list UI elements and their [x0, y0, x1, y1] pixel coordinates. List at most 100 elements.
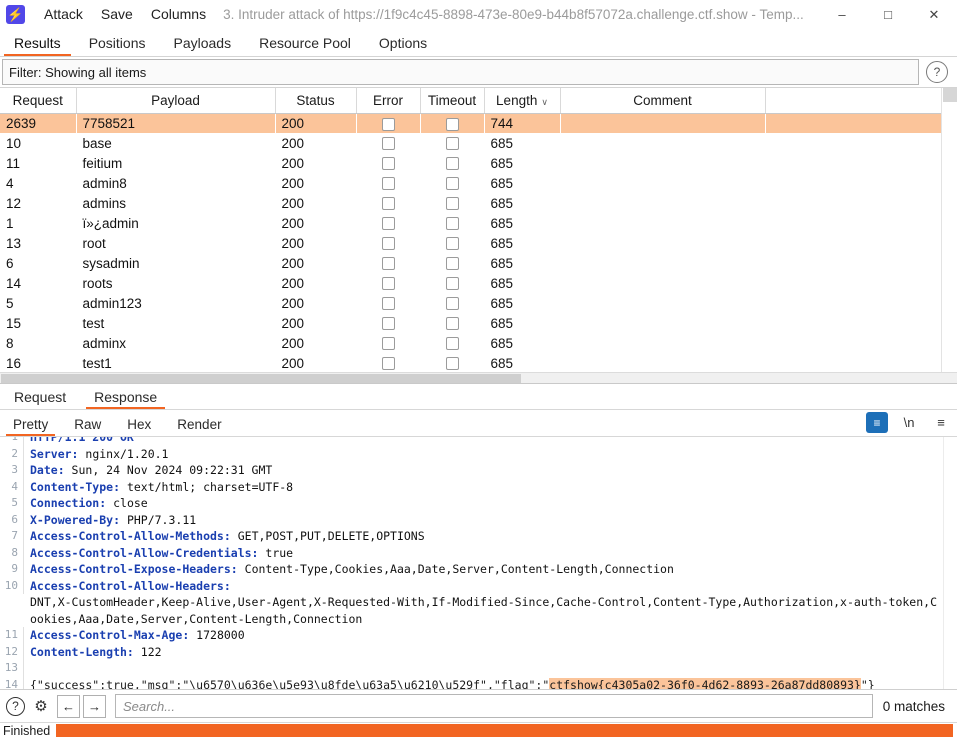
table-row[interactable]: 2639 7758521 200 744: [0, 113, 941, 133]
table-row[interactable]: 14 roots 200 685: [0, 273, 941, 293]
tab-results[interactable]: Results: [0, 35, 75, 56]
cell-timeout-checkbox[interactable]: [420, 333, 484, 353]
cell-timeout-checkbox[interactable]: [420, 173, 484, 193]
cell-error-checkbox[interactable]: [356, 193, 420, 213]
error-checkbox[interactable]: [381, 237, 395, 251]
timeout-checkbox[interactable]: [445, 137, 459, 151]
menu-save[interactable]: Save: [92, 0, 142, 29]
table-row[interactable]: 15 test 200 685: [0, 313, 941, 333]
tab-resource-pool[interactable]: Resource Pool: [245, 35, 365, 56]
error-checkbox[interactable]: [381, 257, 395, 271]
tab-pretty[interactable]: Pretty: [0, 417, 61, 436]
error-checkbox[interactable]: [381, 157, 395, 171]
tab-options[interactable]: Options: [365, 35, 441, 56]
results-hscrollbar-thumb[interactable]: [1, 374, 521, 383]
table-row[interactable]: 11 feitium 200 685: [0, 153, 941, 173]
table-row[interactable]: 12 admins 200 685: [0, 193, 941, 213]
column-header-status[interactable]: Status: [275, 88, 357, 114]
error-checkbox[interactable]: [381, 317, 395, 331]
cell-error-checkbox[interactable]: [356, 273, 420, 293]
table-row[interactable]: 4 admin8 200 685: [0, 173, 941, 193]
column-header-error[interactable]: Error: [356, 88, 421, 114]
cell-timeout-checkbox[interactable]: [420, 113, 484, 133]
cell-timeout-checkbox[interactable]: [420, 193, 484, 213]
tab-positions[interactable]: Positions: [75, 35, 160, 56]
error-checkbox[interactable]: [381, 117, 395, 131]
cell-timeout-checkbox[interactable]: [420, 353, 484, 372]
column-header-request[interactable]: Request: [0, 88, 77, 114]
table-row[interactable]: 8 adminx 200 685: [0, 333, 941, 353]
cell-timeout-checkbox[interactable]: [420, 293, 484, 313]
timeout-checkbox[interactable]: [445, 197, 459, 211]
cell-error-checkbox[interactable]: [356, 353, 420, 372]
tab-hex[interactable]: Hex: [114, 417, 164, 436]
error-checkbox[interactable]: [381, 217, 395, 231]
timeout-checkbox[interactable]: [445, 297, 459, 311]
timeout-checkbox[interactable]: [445, 317, 459, 331]
cell-timeout-checkbox[interactable]: [420, 233, 484, 253]
timeout-checkbox[interactable]: [445, 257, 459, 271]
cell-error-checkbox[interactable]: [356, 293, 420, 313]
table-row[interactable]: 1 ï»¿admin 200 685: [0, 213, 941, 233]
table-row[interactable]: 13 root 200 685: [0, 233, 941, 253]
timeout-checkbox[interactable]: [445, 357, 459, 371]
timeout-checkbox[interactable]: [445, 337, 459, 351]
minimize-button[interactable]: –: [819, 0, 865, 29]
error-checkbox[interactable]: [381, 277, 395, 291]
cell-error-checkbox[interactable]: [356, 233, 420, 253]
cell-error-checkbox[interactable]: [356, 333, 420, 353]
cell-error-checkbox[interactable]: [356, 153, 420, 173]
table-row[interactable]: 10 base 200 685: [0, 133, 941, 153]
timeout-checkbox[interactable]: [445, 277, 459, 291]
filter-help-icon[interactable]: ?: [926, 61, 948, 83]
close-button[interactable]: ✕: [911, 0, 957, 29]
question-circle-icon[interactable]: ?: [6, 696, 25, 716]
error-checkbox[interactable]: [381, 337, 395, 351]
timeout-checkbox[interactable]: [445, 237, 459, 251]
results-vertical-scrollbar[interactable]: [941, 88, 957, 372]
filter-field[interactable]: Filter: Showing all items: [2, 59, 919, 85]
cell-error-checkbox[interactable]: [356, 113, 420, 133]
gear-icon[interactable]: ⚙: [30, 695, 52, 717]
cell-timeout-checkbox[interactable]: [420, 313, 484, 333]
table-row[interactable]: 16 test1 200 685: [0, 353, 941, 372]
menu-icon[interactable]: ≡: [930, 412, 952, 433]
timeout-checkbox[interactable]: [445, 157, 459, 171]
table-row[interactable]: 6 sysadmin 200 685: [0, 253, 941, 273]
results-scrollbar-thumb[interactable]: [943, 88, 957, 102]
menu-attack[interactable]: Attack: [35, 0, 92, 29]
timeout-checkbox[interactable]: [445, 117, 459, 131]
timeout-checkbox[interactable]: [445, 217, 459, 231]
search-next-button[interactable]: →: [83, 694, 106, 718]
cell-timeout-checkbox[interactable]: [420, 273, 484, 293]
tab-render[interactable]: Render: [164, 417, 234, 436]
cell-timeout-checkbox[interactable]: [420, 253, 484, 273]
column-header-length[interactable]: Length ∨: [484, 88, 561, 114]
tab-request[interactable]: Request: [0, 389, 80, 409]
response-text[interactable]: 1HTTP/1.1 200 OK2Server: nginx/1.20.13Da…: [0, 437, 943, 689]
tab-raw[interactable]: Raw: [61, 417, 114, 436]
wordwrap-icon[interactable]: ≡: [866, 412, 888, 433]
search-prev-button[interactable]: ←: [57, 694, 80, 718]
search-input[interactable]: Search...: [115, 694, 873, 718]
cell-error-checkbox[interactable]: [356, 313, 420, 333]
column-header-payload[interactable]: Payload: [76, 88, 276, 114]
tab-response[interactable]: Response: [80, 389, 171, 409]
newline-icon[interactable]: \n: [898, 412, 920, 433]
error-checkbox[interactable]: [381, 137, 395, 151]
menu-columns[interactable]: Columns: [142, 0, 215, 29]
cell-timeout-checkbox[interactable]: [420, 133, 484, 153]
cell-error-checkbox[interactable]: [356, 253, 420, 273]
response-viewer[interactable]: 1HTTP/1.1 200 OK2Server: nginx/1.20.13Da…: [0, 437, 957, 689]
cell-timeout-checkbox[interactable]: [420, 213, 484, 233]
cell-error-checkbox[interactable]: [356, 213, 420, 233]
cell-error-checkbox[interactable]: [356, 133, 420, 153]
error-checkbox[interactable]: [381, 297, 395, 311]
error-checkbox[interactable]: [381, 197, 395, 211]
tab-payloads[interactable]: Payloads: [160, 35, 246, 56]
cell-timeout-checkbox[interactable]: [420, 153, 484, 173]
results-horizontal-scrollbar[interactable]: [0, 372, 957, 383]
error-checkbox[interactable]: [381, 357, 395, 371]
cell-error-checkbox[interactable]: [356, 173, 420, 193]
timeout-checkbox[interactable]: [445, 177, 459, 191]
